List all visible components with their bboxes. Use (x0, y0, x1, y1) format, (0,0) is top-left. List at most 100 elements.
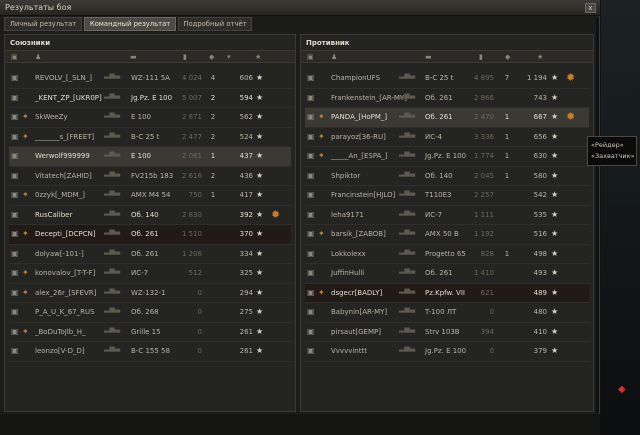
tank-icon[interactable]: ▬ (425, 53, 432, 61)
player-row[interactable]: ▣ ChampionUFS ▂▅▃ B-C 25 t4 895 7 1 194 ★ ✹ (305, 69, 589, 89)
xp-value: 379 (533, 347, 547, 355)
player-row[interactable]: ▣ Babynin[AR-MY] ▂▅▃ T-100 ЛТ 0 480 ★ (305, 303, 589, 323)
award-icon[interactable]: ✹ (566, 71, 579, 84)
player-row[interactable]: ▣ ✦ parayoz[36-RU] ▂▅▃ ИС-4 3 336 1 656 ★ (305, 128, 589, 147)
xp-value: 325 (239, 269, 253, 277)
damage-value: 512 (188, 269, 202, 277)
tab-team[interactable]: Командный результат (84, 17, 176, 31)
player-icon[interactable]: ♟ (35, 53, 41, 61)
player-row[interactable]: ▣ ✦ SkWeeZy ▂▅▃ E 100 2 871 2 562 ★ (9, 108, 291, 128)
rank-medal-icon: ✦ (318, 151, 325, 160)
enemies-column-header: ▣ ♟ ▬ ▮ ◆ ★ (301, 50, 593, 63)
player-row[interactable]: ▣ leonzo[V-D_D] ▂▅▃ B-C 155 58 0 261 ★ (9, 342, 291, 362)
player-row[interactable]: ▣ JuffinHulli ▂▅▃ Об. 261 1 410 493 ★ (305, 264, 589, 284)
xp-star-icon: ★ (256, 248, 264, 258)
tank-name: E 100 (131, 113, 152, 121)
window-title: Результаты боя (5, 3, 72, 12)
player-row[interactable]: ▣ REVOLV_[_SLN_] ▂▅▃ WZ-111 5A 4 024 4 606 ★ (9, 69, 291, 89)
tank-name: Strv 103B (425, 327, 460, 336)
xp-star-icon: ★ (551, 151, 559, 160)
platoon-icon[interactable]: ▣ (307, 53, 314, 61)
kills-icon[interactable]: ◆ (505, 53, 510, 61)
player-row[interactable]: ▣ Werwolf999999 ▂▅▃ E 100 2 061 1 437 ★ (9, 147, 291, 167)
xp-value: 594 (239, 93, 253, 102)
close-button[interactable]: x (585, 3, 596, 13)
xp-value: 535 (533, 210, 547, 219)
platoon-icon: ▣ (307, 268, 315, 277)
player-row[interactable]: ▣ Frankenstein_[AR-MY] ▂▅▃ Об. 261 2 866 743 ★ (305, 89, 589, 108)
platoon-icon: ▣ (307, 307, 315, 316)
player-row[interactable]: ▣ ✦ alex_26r_[SFEVR] ▂▅▃ WZ-132-1 0 294 ★ (9, 284, 291, 303)
player-row[interactable]: ▣ leha9171 ▂▅▃ ИС-7 1 111 535 ★ (305, 206, 589, 225)
award-icon[interactable]: ✹ (566, 110, 579, 123)
player-row[interactable]: ▣ dolyaw[-101-] ▂▅▃ Об. 261 1 206 334 ★ (9, 245, 291, 264)
player-row[interactable]: ▣ P_A_U_K_67_RUS ▂▅▃ Об. 268 0 275 ★ (9, 303, 291, 323)
award-icon[interactable]: ✹ (271, 208, 284, 221)
xp-star-icon: ★ (256, 209, 264, 219)
player-row[interactable]: ▣ ✦ _____An_[ESPA_] ▂▅▃ Jg.Pz. E 100 1 774 1 63… (305, 147, 589, 167)
platoon-icon[interactable]: ▣ (11, 53, 18, 61)
damage-value: 394 (480, 327, 494, 336)
tank-name: Об. 261 (425, 113, 453, 121)
player-row[interactable]: ▣ Shpiktor ▂▅▃ Об. 140 2 045 1 580 ★ (305, 167, 589, 186)
xp-value: 410 (533, 327, 547, 336)
player-row[interactable]: ▣ ✦ _BoDuToJlb_H_ ▂▅▃ Grille 15 0 261 ★ (9, 323, 291, 342)
tank-name: Об. 140 (425, 171, 453, 180)
player-row[interactable]: ▣ Francinstein[HJLO] ▂▅▃ T110E3 2 257 542 ★ (305, 186, 589, 206)
platoon-icon: ▣ (307, 112, 315, 121)
player-row[interactable]: ▣ RusCaliber ▂▅▃ Об. 140 2 830 392 ★ ✹ (9, 206, 291, 225)
kills-value: 1 (210, 152, 216, 160)
tank-icon[interactable]: ▬ (130, 53, 137, 61)
player-name: alex_26r_[SFEVR] (35, 288, 97, 297)
sort-icon[interactable]: ▾ (227, 53, 231, 61)
player-row[interactable]: ▣ ✦ Decepti_[DCPCN] ▂▅▃ Об. 261 1 510 370 ★ (9, 225, 291, 245)
xp-star-icon: ★ (551, 112, 559, 121)
kills-value: 1 (504, 171, 510, 180)
player-row[interactable]: ▣ ✦ 0zzyk[_MDM_] ▂▅▃ AMX M4 54 750 1 417 ★ (9, 186, 291, 206)
damage-value: 1 206 (181, 249, 202, 258)
player-row[interactable]: ▣ pirsaut[GEMP] ▂▅▃ Strv 103B 394 410 ★ (305, 323, 589, 342)
damage-value: 2 871 (181, 113, 202, 121)
player-row[interactable]: ▣ Vvvvvinttt ▂▅▃ Jg.Pz. E 100 0 379 ★ (305, 342, 589, 362)
xp-star-icon: ★ (551, 287, 559, 297)
player-row[interactable]: ▣ ✦ dsgecr[BADLY] ▂▅▃ Pz.Kpfw. VII 621 489 ★ (305, 283, 589, 303)
xp-icon[interactable]: ★ (255, 53, 261, 61)
damage-value: 2 477 (181, 132, 202, 141)
xp-value: 392 (239, 210, 253, 219)
damage-value: 621 (480, 288, 494, 297)
tank-name: E 100 (131, 152, 152, 160)
player-row[interactable]: ▣ ✦ PANDA_[HoPM_] ▂▅▃ Об. 261 2 470 1 667 ★ ✹ (305, 108, 589, 128)
kills-value: 2 (210, 113, 216, 121)
tank-name: Об. 261 (131, 230, 159, 238)
xp-star-icon: ★ (256, 112, 264, 121)
xp-star-icon: ★ (551, 190, 559, 199)
player-icon[interactable]: ♟ (331, 53, 337, 61)
platoon-icon: ▣ (307, 248, 315, 258)
xp-value: 417 (239, 191, 253, 199)
damage-value: 0 (197, 308, 202, 316)
player-row[interactable]: ▣ ✦ barsik_[ZABOB] ▂▅▃ AMX 50 B1 192 516 ★ (305, 225, 589, 245)
tank-name: ИС-4 (425, 132, 443, 141)
xp-value: 275 (239, 308, 253, 316)
player-name: Decepti_[DCPCN] (35, 230, 96, 238)
scrollbar[interactable] (596, 18, 599, 413)
damage-icon[interactable]: ▮ (183, 53, 187, 61)
rank-medal-icon: ✦ (22, 268, 29, 277)
tab-personal[interactable]: Личный результат (4, 17, 82, 31)
player-row[interactable]: ▣ Lokkolexx ▂▅▃ Progetto 65 828 1 498 ★ (305, 245, 589, 264)
player-row[interactable]: ▣ _KENT_ZP_[UKR0P] ▂▅▃ Jg.Pz. E 100 5 007 2 59… (9, 89, 291, 108)
kills-icon[interactable]: ◆ (209, 53, 214, 61)
xp-star-icon: ★ (551, 131, 559, 141)
player-row[interactable]: ▣ ✦ _______s_[FREET] ▂▅▃ B-C 25 t2 477 2 524 ★ (9, 128, 291, 147)
player-name: _____An_[ESPA_] (331, 152, 388, 160)
xp-icon[interactable]: ★ (537, 53, 543, 61)
tab-detailed[interactable]: Подробный отчёт (178, 17, 252, 31)
tank-name: B-C 25 t (425, 74, 454, 82)
damage-value: 2 616 (181, 171, 202, 180)
rank-medal-icon: ✦ (318, 229, 325, 238)
damage-value: 1 192 (473, 230, 494, 238)
damage-icon[interactable]: ▮ (479, 53, 483, 61)
platoon-icon: ▣ (307, 131, 315, 141)
player-row[interactable]: ▣ Vitatech[ZAHID] ▂▅▃ FV215b 183 2 616 2 436 ★ (9, 167, 291, 186)
player-row[interactable]: ▣ ✦ konovalov_[T-T-F] ▂▅▃ ИС-7 512 325 ★ (9, 264, 291, 284)
